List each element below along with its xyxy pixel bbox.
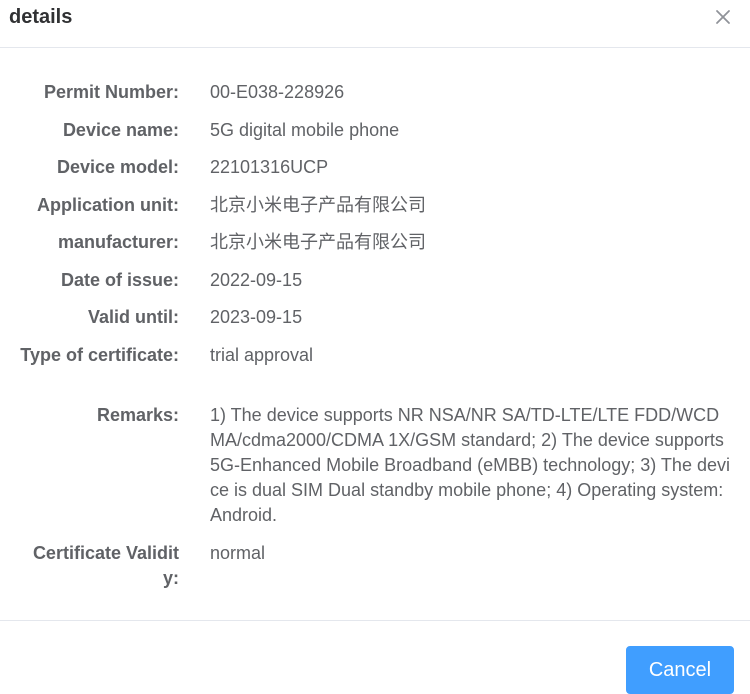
application-unit-value: 北京小米电子产品有限公司 (210, 195, 426, 215)
footer-divider (0, 620, 750, 621)
permit-number-value: 00-E038-228926 (210, 82, 345, 102)
date-of-issue-label: Date of issue: (60, 270, 179, 290)
device-name-value: 5G digital mobile phone (210, 120, 400, 140)
dialog-header: details (0, 0, 750, 48)
certificate-validity-label: Certificate Validity: (32, 543, 179, 588)
close-icon[interactable] (713, 7, 733, 27)
type-of-certificate-label: Type of certificate: (20, 345, 179, 365)
device-model-value: 22101316UCP (210, 157, 329, 177)
manufacturer-label: manufacturer: (57, 232, 179, 252)
details-dialog: details Permit Number: 00-E038-228926 De… (0, 0, 750, 694)
date-of-issue-value: 2022-09-15 (210, 270, 303, 290)
manufacturer-value: 北京小米电子产品有限公司 (210, 232, 426, 252)
valid-until-label: Valid until: (87, 307, 179, 327)
remarks-value: 1) The device supports NR NSA/NR SA/TD-L… (210, 405, 730, 525)
application-unit-label: Application unit: (37, 195, 179, 215)
device-model-label: Device model: (56, 157, 179, 177)
type-of-certificate-value: trial approval (210, 345, 314, 365)
valid-until-value: 2023-09-15 (210, 307, 303, 327)
certificate-validity-value: normal (210, 543, 266, 563)
dialog-title: details (9, 6, 73, 28)
cancel-button[interactable]: Cancel (626, 646, 734, 694)
permit-number-label: Permit Number: (43, 82, 179, 102)
remarks-label: Remarks: (96, 405, 179, 425)
device-name-label: Device name: (62, 120, 179, 140)
